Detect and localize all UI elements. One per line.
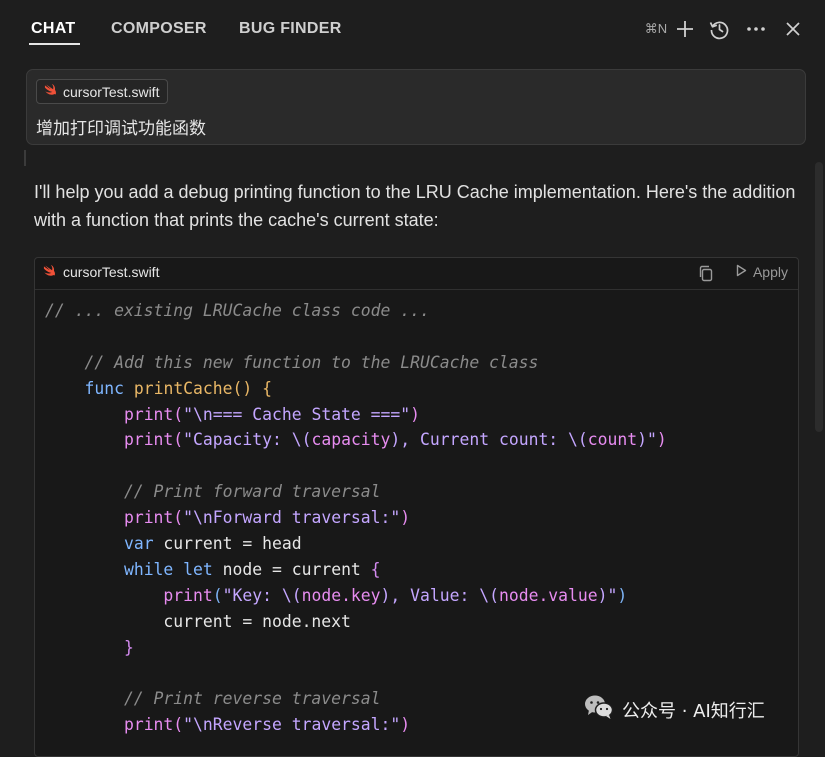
code-token: func — [84, 378, 124, 398]
code-token: ), Current count: \( — [390, 430, 588, 450]
plus-icon[interactable] — [670, 14, 700, 44]
code-token: print( — [123, 715, 184, 735]
swift-icon — [43, 264, 56, 280]
code-token: // Add this new function to the LRUCache… — [45, 352, 539, 372]
code-token: node.key — [301, 585, 381, 605]
code-token: // Print forward traversal — [45, 482, 381, 502]
code-token: current = head — [153, 534, 302, 554]
code-token: printCache() { — [133, 378, 272, 398]
user-prompt-text: 增加打印调试功能函数 — [36, 119, 206, 139]
tab-chat[interactable]: CHAT — [31, 20, 75, 38]
history-icon[interactable] — [704, 14, 734, 44]
code-token: // Print reverse traversal — [45, 689, 381, 709]
code-line: current = node.next — [45, 609, 667, 635]
code-line: print("\n=== Cache State ===") — [45, 402, 667, 428]
code-line: print("Capacity: \(capacity), Current co… — [45, 427, 667, 453]
code-block: cursorTest.swift Apply // ... existing L… — [34, 257, 799, 757]
code-token: "\nForward traversal:" — [183, 508, 401, 528]
active-tab-indicator — [29, 43, 80, 45]
assistant-response-text: I'll help you add a debug printing funct… — [34, 182, 796, 230]
code-token: print( — [123, 508, 184, 528]
swift-icon — [44, 83, 57, 101]
code-line: } — [45, 635, 667, 661]
close-icon[interactable] — [778, 14, 808, 44]
divider — [24, 150, 26, 166]
code-token: // ... existing LRUCache class code ... — [45, 301, 430, 320]
code-token: while — [123, 559, 174, 579]
code-token: capacity — [311, 430, 391, 450]
code-line: print("\nReverse traversal:") — [45, 712, 667, 738]
code-token: count — [587, 430, 638, 450]
code-token: ), Value: \( — [380, 585, 499, 605]
tab-composer[interactable]: COMPOSER — [111, 20, 207, 38]
watermark: 公众号 · AI知行汇 — [584, 694, 765, 725]
copy-icon[interactable] — [698, 265, 714, 287]
tab-bug-finder[interactable]: BUG FINDER — [239, 20, 342, 38]
code-line: var current = head — [45, 531, 667, 557]
code-line: // Add this new function to the LRUCache… — [45, 350, 667, 376]
code-token: ) — [617, 585, 628, 605]
wechat-icon — [584, 694, 614, 725]
code-line: func printCache() { — [45, 376, 667, 402]
code-token: node.value — [498, 585, 598, 605]
code-token: let — [183, 559, 213, 579]
code-token: print — [163, 585, 213, 605]
user-message-card[interactable]: cursorTest.swift 增加打印调试功能函数 — [26, 69, 806, 145]
code-token: )" — [597, 585, 618, 605]
code-token: ( — [212, 585, 223, 605]
play-icon — [736, 264, 747, 280]
file-context-chip[interactable]: cursorTest.swift — [36, 79, 169, 104]
code-token: var — [123, 534, 154, 554]
code-token: "\n=== Cache State ===" — [183, 404, 411, 424]
code-token: ) — [400, 715, 411, 735]
code-token: } — [123, 637, 134, 657]
code-token: "Capacity: \( — [183, 430, 312, 450]
code-token: "Key: \( — [222, 585, 302, 605]
code-token: ) — [656, 430, 667, 450]
code-token: current = node.next — [45, 611, 351, 631]
code-block-header: cursorTest.swift Apply — [35, 258, 798, 290]
more-icon[interactable] — [741, 14, 771, 44]
code-line: // Print reverse traversal — [45, 686, 667, 712]
new-chat-shortcut: ⌘N — [644, 21, 668, 36]
code-token: )" — [637, 430, 657, 450]
code-token: print( — [123, 404, 184, 424]
tab-bar: CHAT COMPOSER BUG FINDER ⌘N — [0, 0, 825, 58]
apply-label: Apply — [752, 264, 788, 280]
watermark-text: 公众号 · AI知行汇 — [622, 700, 765, 722]
code-token: ) — [410, 404, 421, 424]
code-filename-label: cursorTest.swift — [63, 264, 160, 280]
code-line: while let node = current { — [45, 557, 667, 583]
code-line: // Print forward traversal — [45, 479, 667, 505]
code-line: print("\nForward traversal:") — [45, 505, 667, 531]
file-chip-label: cursorTest.swift — [63, 83, 160, 100]
apply-button[interactable]: Apply — [736, 264, 788, 280]
code-token: print( — [123, 430, 184, 450]
header-actions: ⌘N — [641, 14, 811, 44]
scrollbar[interactable] — [815, 162, 823, 432]
code-line: print("Key: \(node.key), Value: \(node.v… — [45, 583, 667, 609]
code-token: ) — [400, 508, 411, 528]
code-content: // ... existing LRUCache class code ... … — [45, 298, 667, 738]
code-block-filename: cursorTest.swift — [43, 264, 159, 280]
code-token: { — [370, 559, 381, 579]
code-token: "\nReverse traversal:" — [183, 715, 401, 735]
code-line: // ... existing LRUCache class code ... — [45, 298, 667, 324]
code-token: node = current — [212, 559, 371, 579]
